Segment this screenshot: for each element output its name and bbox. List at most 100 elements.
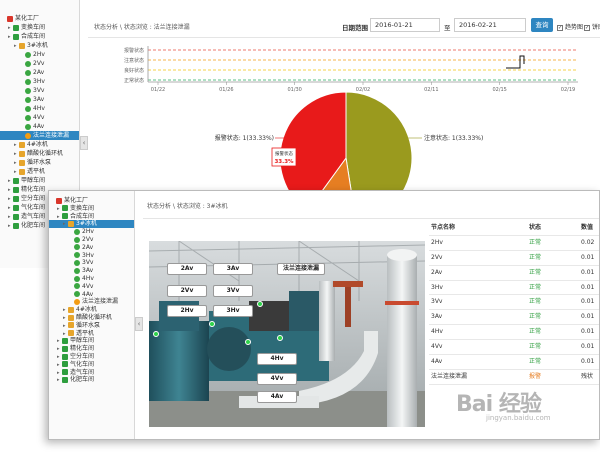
cell-node-name: 3Vv <box>431 298 443 306</box>
tree-node[interactable]: 3Hv <box>49 252 134 260</box>
photo-label-flange-leak[interactable]: 法兰连接泄漏 <box>277 263 325 275</box>
tree-node[interactable]: ▸ 变换车间 <box>0 23 79 32</box>
date-from-input[interactable]: 2016-01-21 <box>370 18 440 32</box>
tree-node[interactable]: 3Vv <box>0 86 79 95</box>
equipment-photo: 2Av 3Av 法兰连接泄漏 2Vv 3Vv 2Hv 3Hv 4Hv 4Vv 4… <box>149 241 425 427</box>
tree-node[interactable]: 2Av <box>49 244 134 252</box>
collapse-handle[interactable]: ‹ <box>80 136 88 150</box>
tree-node[interactable]: 2Hv <box>49 228 134 236</box>
tree-node[interactable]: 4Vv <box>0 113 79 122</box>
tree-node-label: 气化车间 <box>21 204 46 211</box>
tree-node[interactable]: ▸ 气化车间 <box>49 361 134 369</box>
table-row[interactable]: 法兰连接泄漏 报警 残状 <box>429 370 599 385</box>
tree-node-label: 某化工厂 <box>64 197 89 204</box>
table-row[interactable]: 4Av 正常 0.01 <box>429 355 599 370</box>
tree-node[interactable]: 某化工厂 <box>49 197 134 205</box>
plant-icon <box>13 177 19 184</box>
tree-node-label: 变换车间 <box>21 24 46 31</box>
tree-node-label: 2Hv <box>82 228 94 236</box>
cell-value: 0.01 <box>581 358 595 366</box>
sensor-dot-icon[interactable] <box>257 301 263 307</box>
trend-checkbox-label: 趋势图 <box>565 24 584 31</box>
tree-node[interactable]: ▸ 甲醇车间 <box>0 176 79 185</box>
tree-node[interactable]: ▸ 透平机 <box>0 167 79 176</box>
table-row[interactable]: 4Hv 正常 0.01 <box>429 325 599 341</box>
trend-checkbox[interactable]: ✓ 趋势图 <box>557 22 583 31</box>
tree-node[interactable]: 4Vv <box>49 283 134 291</box>
table-row[interactable]: 3Hv 正常 0.01 <box>429 281 599 296</box>
tree-node[interactable]: ▸ 循环水泵 <box>49 322 134 330</box>
tree-node[interactable]: 3Hv <box>0 77 79 86</box>
photo-label-3hv[interactable]: 3Hv <box>213 305 253 317</box>
table-row[interactable]: 3Vv 正常 0.01 <box>429 295 599 311</box>
table-row[interactable]: 4Vv 正常 0.01 <box>429 340 599 356</box>
cell-node-name: 3Av <box>431 313 443 321</box>
tree-node[interactable]: 4Hv <box>49 275 134 283</box>
sensor-dot-icon[interactable] <box>209 321 215 327</box>
table-row[interactable]: 3Av 正常 0.01 <box>429 310 599 326</box>
tree-node[interactable]: ▸ 合成车间 <box>0 32 79 41</box>
plant-icon <box>62 353 68 360</box>
tree-node[interactable]: ▸ 变换车间 <box>49 205 134 213</box>
sensor-dot-icon[interactable] <box>245 339 251 345</box>
plant-icon <box>13 186 19 193</box>
tree-node-label: 4Vv <box>33 114 45 121</box>
tree-node[interactable]: 4Hv <box>0 104 79 113</box>
tree-node[interactable]: 某化工厂 <box>0 14 79 23</box>
tree-node-label: 3Hv <box>82 251 94 259</box>
table-row[interactable]: 2Hv 正常 0.02 <box>429 236 599 251</box>
header-status: 状态 <box>529 224 542 231</box>
photo-label-2vv[interactable]: 2Vv <box>167 285 207 297</box>
photo-label-2hv[interactable]: 2Hv <box>167 305 207 317</box>
photo-label-4av[interactable]: 4Av <box>257 391 297 403</box>
tree-node[interactable]: ▸ 精化车间 <box>49 345 134 353</box>
tree-node[interactable]: ▸ 4#冰机 <box>0 140 79 149</box>
tree-node[interactable]: ▸ 4#冰机 <box>49 306 134 314</box>
sensor-dot-icon[interactable] <box>153 331 159 337</box>
y-tick-label: 正常状态 <box>124 77 144 84</box>
point-icon <box>25 51 31 58</box>
folder-icon <box>68 306 74 313</box>
tree-node[interactable]: 2Hv <box>0 50 79 59</box>
tree-node[interactable]: ▸ 循环水泵 <box>0 158 79 167</box>
photo-label-3vv[interactable]: 3Vv <box>213 285 253 297</box>
x-tick-label: 02/02 <box>356 87 370 93</box>
header-node-name: 节点名称 <box>431 224 456 231</box>
cell-node-name: 4Hv <box>431 328 443 336</box>
tree-node[interactable]: 3Av <box>49 267 134 275</box>
tree-node[interactable]: 3Av <box>0 95 79 104</box>
query-button[interactable]: 查询 <box>531 18 553 32</box>
cell-status: 正常 <box>529 358 542 366</box>
collapse-handle[interactable]: ‹ <box>135 317 143 331</box>
photo-label-3av[interactable]: 3Av <box>213 263 253 275</box>
tree-node[interactable]: 法兰连接泄漏 <box>0 131 79 140</box>
sensor-dot-icon[interactable] <box>277 335 283 341</box>
photo-label-4vv[interactable]: 4Vv <box>257 373 297 385</box>
tree-node[interactable]: ▸ 醋酸化循环机 <box>0 149 79 158</box>
plant-icon <box>13 222 19 229</box>
photo-label-4hv[interactable]: 4Hv <box>257 353 297 365</box>
table-row[interactable]: 2Av 正常 0.01 <box>429 266 599 281</box>
tree-node[interactable]: 2Vv <box>0 59 79 68</box>
date-to-input[interactable]: 2016-02-21 <box>454 18 526 32</box>
tree-node[interactable]: ▸ 3#冰机 <box>49 220 134 229</box>
point-icon <box>74 283 80 290</box>
plant-icon <box>13 213 19 220</box>
table-row[interactable]: 2Vv 正常 0.01 <box>429 251 599 266</box>
tree-node[interactable]: ▸ 空分车间 <box>49 353 134 361</box>
folder-icon <box>19 159 25 166</box>
tree-node[interactable]: 3Vv <box>49 259 134 267</box>
photo-label-2av[interactable]: 2Av <box>167 263 207 275</box>
tree-node[interactable]: 4Av <box>0 122 79 131</box>
folder-icon <box>68 322 74 329</box>
tree-node-label: 化肥车间 <box>70 376 95 384</box>
tree-node[interactable]: ▸ 醋酸化循环机 <box>49 314 134 322</box>
tree-node[interactable]: 2Vv <box>49 236 134 244</box>
tree-node[interactable]: ▸ 3#冰机 <box>0 41 79 50</box>
tree-node[interactable]: 2Av <box>0 68 79 77</box>
tree-node[interactable]: ▸ 化肥车间 <box>49 376 134 384</box>
tree-node-label: 3Av <box>82 267 94 275</box>
pie-checkbox[interactable]: ✓饼图 <box>584 22 600 31</box>
tree-node-label: 化肥车间 <box>21 222 46 229</box>
folder-icon <box>19 42 25 49</box>
